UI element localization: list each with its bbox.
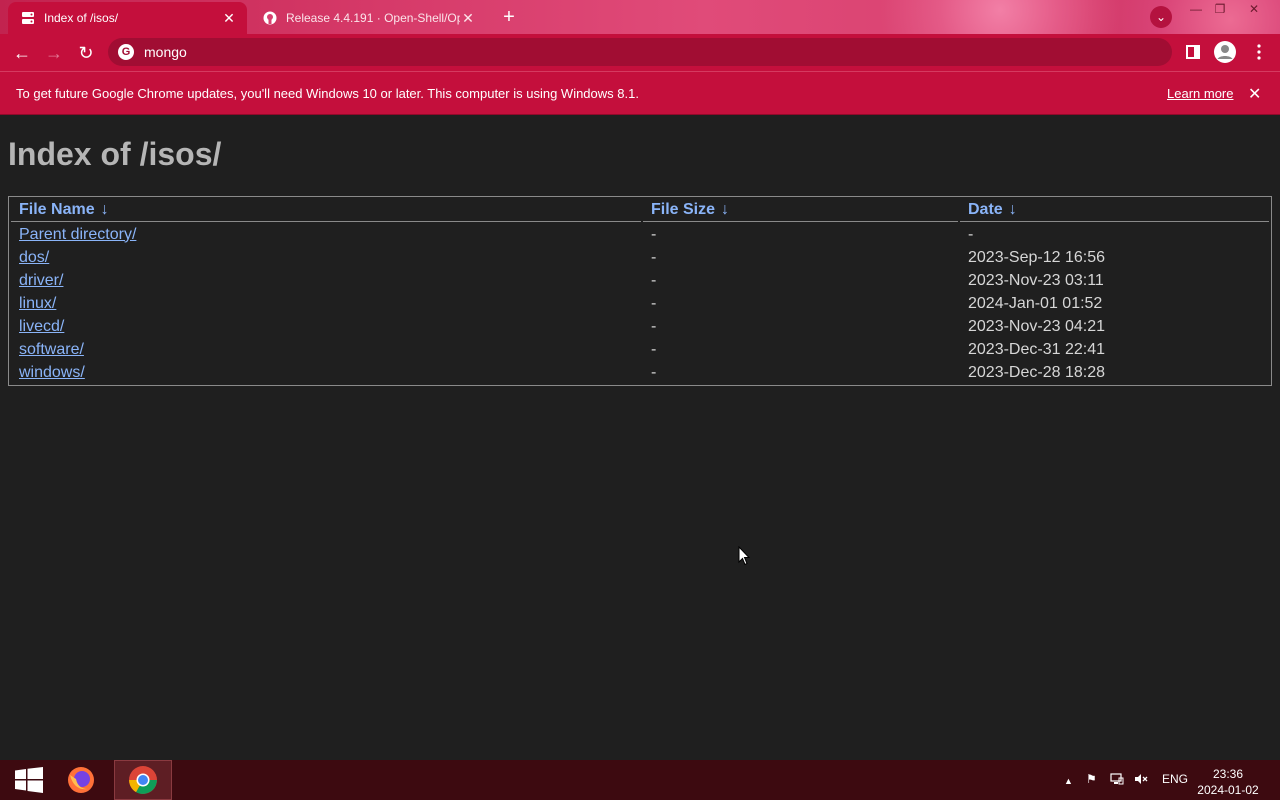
file-size-cell: - (651, 317, 657, 335)
file-name-cell: driver/ (11, 270, 641, 291)
file-name-cell: livecd/ (11, 316, 641, 337)
file-date-cell: 2023-Dec-28 18:28 (968, 363, 1105, 381)
file-size-cell: - (651, 363, 657, 381)
file-name-cell: windows/ (11, 362, 641, 383)
profile-avatar-icon[interactable] (1214, 41, 1236, 63)
file-table: File Name ↓ File Size ↓ Date ↓ Parent direc… (9, 197, 1271, 385)
parent-directory-link[interactable]: Parent directory/ (19, 226, 136, 243)
reload-icon[interactable]: ↻ (74, 41, 98, 65)
volume-muted-icon[interactable] (1134, 772, 1148, 789)
folder-link-driver[interactable]: driver/ (19, 272, 63, 289)
page-title: Index of /isos/ (8, 136, 222, 172)
forward-icon[interactable]: → (42, 41, 66, 65)
page-content: Index of /isos/ File Name ↓ File Size ↓ Da… (0, 116, 1280, 760)
chrome-taskbar-button[interactable] (114, 760, 172, 800)
tab-title: Release 4.4.191 · Open-Shell/Op (286, 11, 460, 25)
file-name-cell: linux/ (11, 293, 641, 314)
folder-link-dos[interactable]: dos/ (19, 249, 49, 266)
file-name-cell: Parent directory/ (11, 224, 641, 245)
file-size-cell: - (651, 271, 657, 289)
restore-icon[interactable]: ❐ (1208, 0, 1232, 18)
menu-kebab-icon[interactable] (1248, 41, 1270, 63)
sort-by-size-link[interactable]: File Size (651, 201, 715, 218)
windows-logo-icon (15, 767, 43, 793)
new-tab-button[interactable]: + (498, 6, 520, 28)
action-center-flag-icon[interactable]: ⚑ (1086, 772, 1097, 786)
mouse-cursor-icon (738, 545, 751, 571)
tab-search-chevron-icon[interactable]: ⌄ (1150, 6, 1172, 28)
infobar-message: To get future Google Chrome updates, you… (16, 86, 639, 101)
update-infobar: To get future Google Chrome updates, you… (0, 71, 1280, 115)
file-size-cell: - (651, 225, 657, 243)
close-window-icon[interactable]: ✕ (1242, 0, 1266, 18)
file-name-cell: software/ (11, 339, 641, 360)
address-bar[interactable]: G mongo (108, 38, 1172, 66)
back-icon[interactable]: ← (10, 41, 34, 65)
file-listing: File Name ↓ File Size ↓ Date ↓ Parent direc… (8, 196, 1272, 386)
file-size-cell: - (651, 248, 657, 266)
firefox-icon (68, 767, 94, 793)
file-date-cell: - (968, 225, 974, 243)
language-indicator[interactable]: ENG (1162, 772, 1188, 786)
table-row: driver/ - 2023-Nov-23 03:11 (11, 270, 1269, 291)
folder-link-linux[interactable]: linux/ (19, 295, 56, 312)
close-tab-icon[interactable]: ✕ (221, 10, 237, 26)
sort-arrow-icon[interactable]: ↓ (1009, 201, 1017, 218)
table-header-row: File Name ↓ File Size ↓ Date ↓ (11, 199, 1269, 222)
server-favicon-icon (20, 10, 36, 26)
network-icon[interactable] (1110, 772, 1124, 789)
table-row: linux/ - 2024-Jan-01 01:52 (11, 293, 1269, 314)
file-date-cell: 2024-Jan-01 01:52 (968, 294, 1103, 312)
browser-toolbar: ← → ↻ G mongo (0, 34, 1280, 71)
folder-link-windows[interactable]: windows/ (19, 364, 85, 381)
column-header-date: Date ↓ (960, 199, 1269, 222)
learn-more-link[interactable]: Learn more (1167, 86, 1233, 101)
column-header-file-size: File Size ↓ (643, 199, 958, 222)
file-date-cell: 2023-Sep-12 16:56 (968, 248, 1105, 266)
file-date-cell: 2023-Nov-23 04:21 (968, 317, 1105, 335)
firefox-taskbar-button[interactable] (52, 760, 110, 800)
tab-index-of-isos[interactable]: Index of /isos/ ✕ (8, 2, 247, 34)
table-row: dos/ - 2023-Sep-12 16:56 (11, 247, 1269, 268)
start-button[interactable] (0, 760, 58, 800)
taskbar: ▲ ⚑ ENG 23:36 2024-01-02 (0, 760, 1280, 800)
column-header-file-name: File Name ↓ (11, 199, 641, 222)
sort-arrow-icon[interactable]: ↓ (721, 201, 729, 218)
google-icon: G (118, 44, 134, 60)
table-row: Parent directory/ - - (11, 224, 1269, 245)
github-icon (262, 10, 278, 26)
tab-strip: Index of /isos/ ✕ Release 4.4.191 · Open… (0, 0, 1280, 34)
table-row: windows/ - 2023-Dec-28 18:28 (11, 362, 1269, 383)
close-tab-icon[interactable]: ✕ (460, 10, 476, 26)
sort-by-name-link[interactable]: File Name (19, 201, 95, 218)
chrome-icon (129, 766, 157, 794)
file-name-cell: dos/ (11, 247, 641, 268)
system-clock[interactable]: 23:36 2024-01-02 (1196, 766, 1260, 798)
close-infobar-icon[interactable]: ✕ (1248, 84, 1261, 104)
clock-date: 2024-01-02 (1197, 783, 1259, 797)
tab-release[interactable]: Release 4.4.191 · Open-Shell/Op ✕ (250, 2, 486, 34)
sort-by-date-link[interactable]: Date (968, 201, 1003, 218)
sort-arrow-icon[interactable]: ↓ (101, 201, 109, 218)
file-date-cell: 2023-Nov-23 03:11 (968, 271, 1104, 289)
table-row: software/ - 2023-Dec-31 22:41 (11, 339, 1269, 360)
address-text[interactable]: mongo (144, 44, 187, 60)
file-size-cell: - (651, 294, 657, 312)
side-panel-icon[interactable] (1182, 41, 1204, 63)
folder-link-livecd[interactable]: livecd/ (19, 318, 64, 335)
file-size-cell: - (651, 340, 657, 358)
file-date-cell: 2023-Dec-31 22:41 (968, 340, 1105, 358)
minimize-icon[interactable]: — (1184, 0, 1208, 18)
table-row: livecd/ - 2023-Nov-23 04:21 (11, 316, 1269, 337)
show-hidden-icons-chevron-icon[interactable]: ▲ (1064, 776, 1073, 786)
folder-link-software[interactable]: software/ (19, 341, 84, 358)
clock-time: 23:36 (1212, 767, 1244, 781)
tab-title: Index of /isos/ (44, 11, 119, 25)
